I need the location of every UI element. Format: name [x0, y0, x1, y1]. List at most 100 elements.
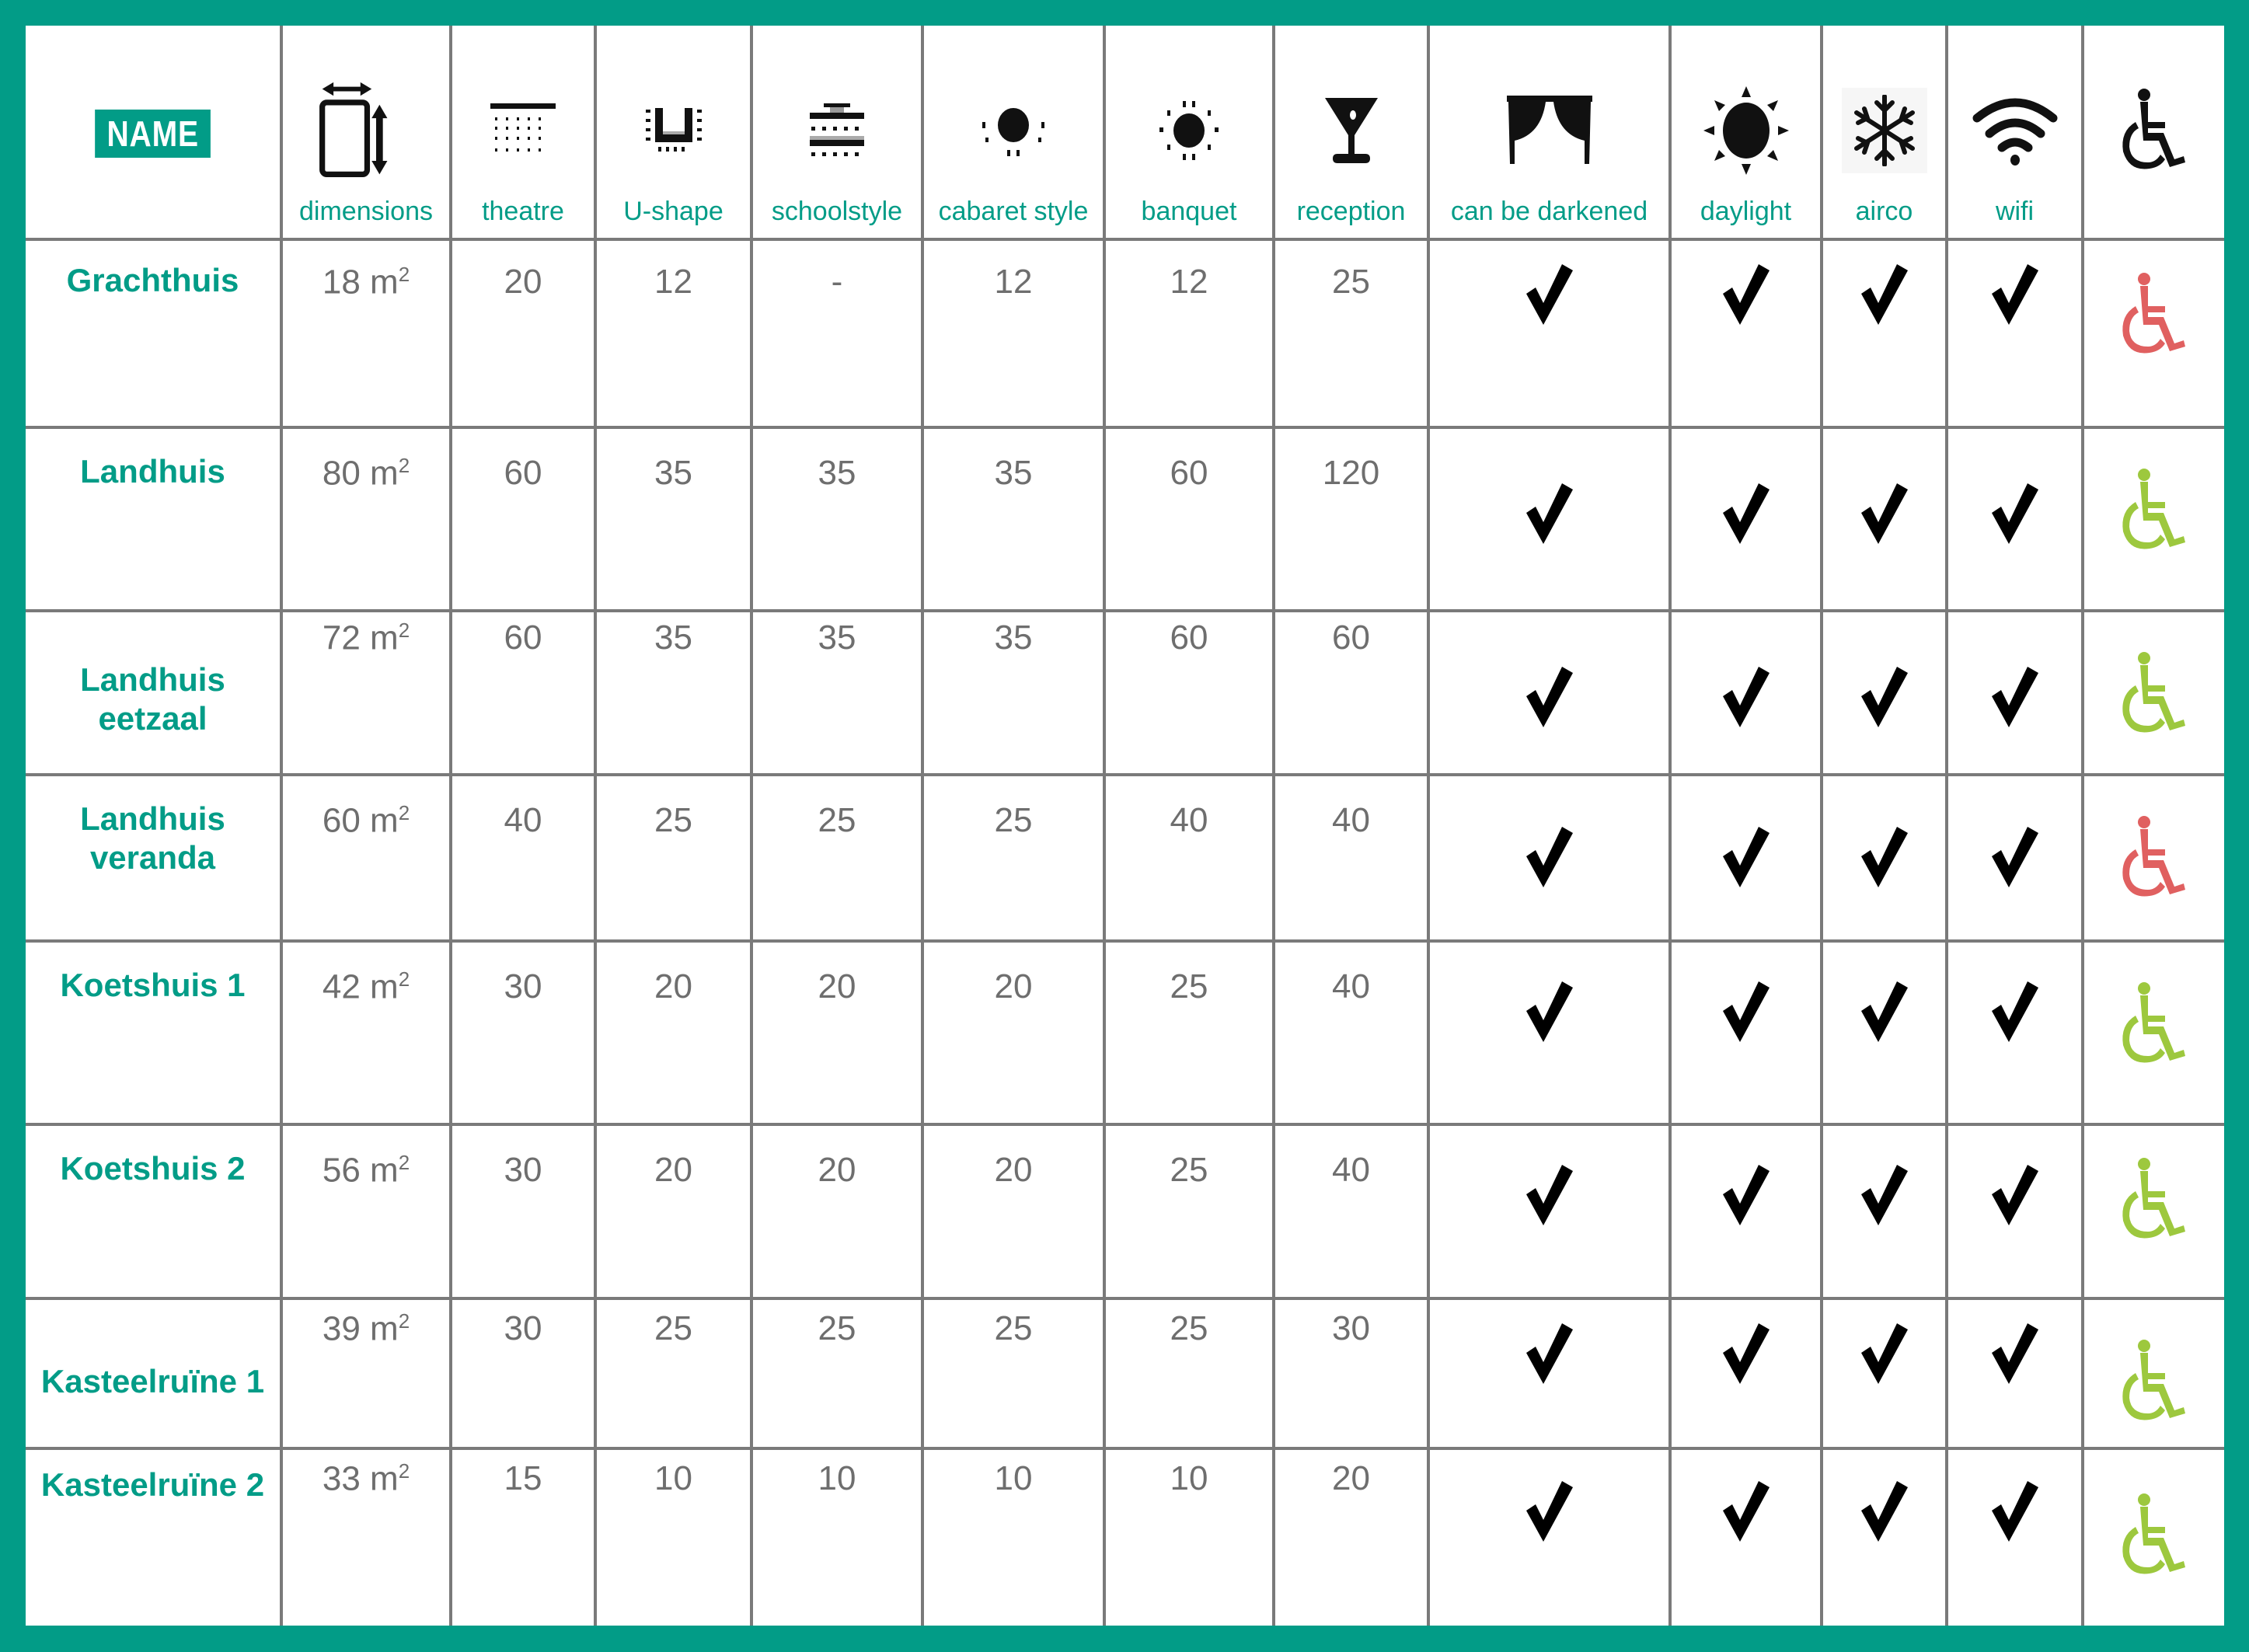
- wheelchair-accessible-icon: [2118, 1493, 2190, 1582]
- header-label: can be darkened: [1450, 197, 1648, 226]
- room-name-cell: Landhuis eetzaal: [26, 609, 283, 776]
- wifi-cell: [1945, 426, 2084, 612]
- header-banquet: banquet: [1103, 26, 1275, 241]
- checkmark-icon: [1721, 1323, 1771, 1388]
- cabaret-value: 12: [994, 263, 1033, 301]
- wifi-cell: [1945, 1123, 2084, 1300]
- schoolstyle-cell: 35: [750, 426, 924, 612]
- header-row: NAME dimensions theatre U-shape schoolst…: [26, 26, 2224, 241]
- reception-value: 20: [1332, 1459, 1370, 1497]
- accessible-cell: [2081, 1447, 2224, 1626]
- u-shape-layout-icon: [597, 72, 750, 189]
- daylight-cell: [1668, 238, 1823, 429]
- cabaret-cell: 10: [921, 1447, 1106, 1626]
- daylight-cell: [1668, 1123, 1823, 1300]
- banquet-cell: 60: [1103, 609, 1275, 776]
- room-name-cell: Kasteelruïne 1: [26, 1297, 283, 1450]
- table-row: Landhuis 80 m2 60 35 35 35 60 120: [26, 426, 2224, 612]
- checkmark-icon: [1990, 483, 2040, 548]
- name-column-badge: NAME: [94, 110, 211, 158]
- room-name: Landhuis eetzaal: [80, 661, 225, 737]
- cabaret-value: 10: [994, 1459, 1033, 1497]
- dimensions-value: 60 m2: [322, 801, 410, 840]
- header-accessible: [2081, 26, 2224, 241]
- schoolstyle-cell: 20: [750, 939, 924, 1126]
- checkmark-icon: [1721, 981, 1771, 1046]
- schoolstyle-layout-icon: [753, 72, 921, 189]
- table-row: Kasteelruïne 1 39 m2 30 25 25 25 25 30: [26, 1297, 2224, 1450]
- u-shape-value: 12: [654, 263, 692, 301]
- u-shape-value: 10: [654, 1459, 692, 1497]
- dimensions-value: 56 m2: [322, 1151, 410, 1190]
- room-name-cell: Landhuis: [26, 426, 283, 612]
- checkmark-icon: [1990, 1165, 2040, 1229]
- dimensions-cell: 42 m2: [280, 939, 452, 1126]
- theatre-value: 60: [504, 619, 542, 657]
- schoolstyle-cell: 10: [750, 1447, 924, 1626]
- theatre-cell: 30: [449, 1297, 597, 1450]
- theatre-value: 20: [504, 263, 542, 301]
- checkmark-icon: [1525, 1165, 1574, 1229]
- airco-cell: [1820, 1123, 1948, 1300]
- header-airco: airco: [1820, 26, 1948, 241]
- theatre-layout-icon: [452, 72, 594, 189]
- darkened-cell: [1427, 238, 1672, 429]
- snowflake-icon: [1841, 88, 1927, 173]
- reception-cell: 40: [1272, 1123, 1430, 1300]
- darkened-cell: [1427, 1123, 1672, 1300]
- cabaret-value: 35: [994, 454, 1033, 492]
- header-label: cabaret style: [938, 197, 1089, 226]
- daylight-cell: [1668, 426, 1823, 612]
- checkmark-icon: [1990, 264, 2040, 329]
- theatre-value: 30: [504, 1151, 542, 1189]
- table-row: Landhuis eetzaal 72 m2 60 35 35 35 60 60: [26, 609, 2224, 776]
- room-name: Kasteelruïne 1: [40, 1363, 265, 1399]
- daylight-cell: [1668, 1297, 1823, 1450]
- cabaret-value: 20: [994, 1151, 1033, 1189]
- darkened-cell: [1427, 609, 1672, 776]
- wifi-cell: [1945, 773, 2084, 943]
- header-label: airco: [1855, 197, 1913, 226]
- checkmark-icon: [1525, 1323, 1574, 1388]
- wheelchair-not-accessible-icon: [2118, 272, 2190, 361]
- checkmark-icon: [1990, 667, 2040, 731]
- cabaret-value: 25: [994, 801, 1033, 839]
- banquet-cell: 60: [1103, 426, 1275, 612]
- reception-cell: 25: [1272, 238, 1430, 429]
- airco-cell: [1820, 1297, 1948, 1450]
- checkmark-icon: [1990, 981, 2040, 1046]
- reception-value: 40: [1332, 801, 1370, 839]
- airco-cell: [1820, 1447, 1948, 1626]
- schoolstyle-cell: 20: [750, 1123, 924, 1300]
- banquet-cell: 10: [1103, 1447, 1275, 1626]
- wifi-cell: [1945, 1447, 2084, 1626]
- airco-cell: [1820, 426, 1948, 612]
- table-row: Koetshuis 1 42 m2 30 20 20 20 25 40: [26, 939, 2224, 1126]
- reception-cell: 20: [1272, 1447, 1430, 1626]
- room-name: Koetshuis 1: [60, 967, 246, 1003]
- room-name: Grachthuis: [66, 262, 239, 298]
- header-theatre: theatre: [449, 26, 597, 241]
- reception-value: 30: [1332, 1309, 1370, 1347]
- dimensions-cell: 56 m2: [280, 1123, 452, 1300]
- theatre-value: 30: [504, 967, 542, 1005]
- wheelchair-accessible-icon: [2118, 468, 2190, 557]
- banquet-cell: 40: [1103, 773, 1275, 943]
- reception-cell: 40: [1272, 939, 1430, 1126]
- banquet-value: 60: [1170, 454, 1208, 492]
- banquet-cell: 25: [1103, 1123, 1275, 1300]
- checkmark-icon: [1860, 1481, 1909, 1546]
- checkmark-icon: [1860, 827, 1909, 891]
- u-shape-cell: 12: [594, 238, 753, 429]
- theatre-value: 40: [504, 801, 542, 839]
- cabaret-cell: 25: [921, 1297, 1106, 1450]
- reception-cell: 60: [1272, 609, 1430, 776]
- airco-cell: [1820, 939, 1948, 1126]
- daylight-cell: [1668, 609, 1823, 776]
- checkmark-icon: [1525, 981, 1574, 1046]
- cabaret-cell: 35: [921, 426, 1106, 612]
- header-wifi: wifi: [1945, 26, 2084, 241]
- dimensions-cell: 80 m2: [280, 426, 452, 612]
- room-name: Kasteelruïne 2: [40, 1466, 265, 1503]
- daylight-cell: [1668, 773, 1823, 943]
